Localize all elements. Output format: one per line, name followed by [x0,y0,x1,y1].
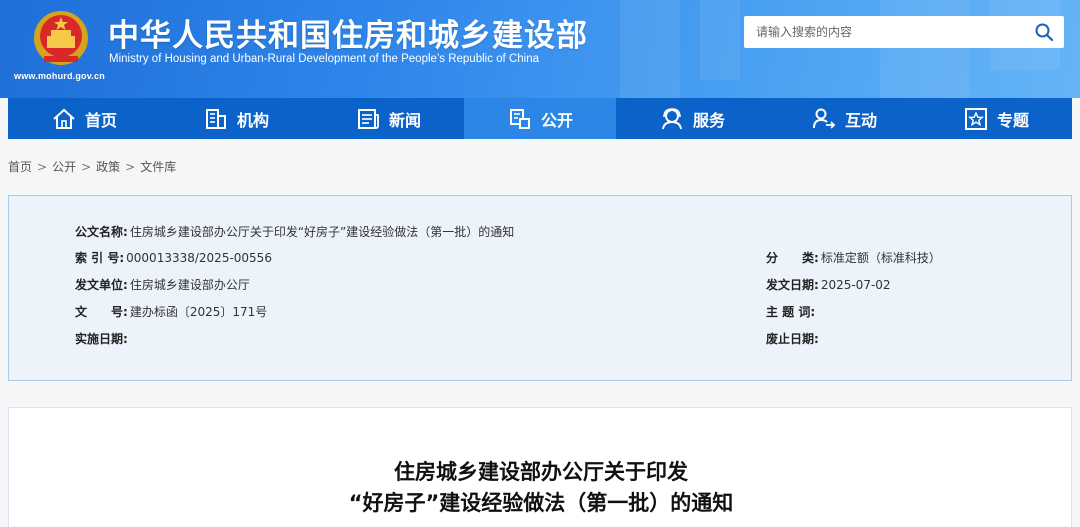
nav-item-interaction[interactable]: 互动 [768,98,920,139]
meta-keywords: 主 题 词: [766,303,817,320]
meta-index: 索 引 号: 000013338/2025-00556 [75,249,272,266]
site-title: 中华人民共和国住房和城乡建设部 [108,18,588,54]
topic-star-icon [964,107,987,130]
disclosure-icon [509,108,530,129]
meta-issuer-label: 发文单位: [75,278,128,292]
meta-date-value: 2025-07-02 [820,278,891,292]
breadcrumb-file-library[interactable]: 文件库 [140,160,176,174]
interaction-icon [812,108,836,129]
nav-label-disclosure: 公开 [540,110,573,130]
meta-category: 分 类: 标准定额（标准科技） [766,249,941,266]
nav-label-interaction: 互动 [844,110,877,130]
nav-label-topic: 专题 [996,110,1029,130]
meta-doc-no-label: 文 号: [75,305,128,319]
meta-doc-no-value: 建办标函〔2025〕171号 [129,305,268,319]
breadcrumb-policy[interactable]: 政策 [96,160,120,174]
nav-label-organization: 机构 [236,110,269,130]
breadcrumb-disclosure[interactable]: 公开 [52,160,76,174]
document-metadata: 公文名称: 住房城乡建设部办公厅关于印发“好房子”建设经验做法（第一批）的通知 索… [8,195,1072,381]
site-header: www.mohurd.gov.cn 中华人民共和国住房和城乡建设部 Minist… [0,0,1080,98]
nav-item-topic[interactable]: 专题 [920,98,1072,139]
article-body: 住房城乡建设部办公厅关于印发 “好房子”建设经验做法（第一批）的通知 [8,407,1072,527]
breadcrumb-separator: > [125,160,136,174]
article-title-line2: “好房子”建设经验做法（第一批）的通知 [348,491,734,515]
main-nav: 首页 机构 新闻 公开 服务 互动 专题 [8,98,1072,139]
breadcrumb-home[interactable]: 首页 [8,160,32,174]
national-emblem-icon [34,11,88,65]
search-box [744,16,1064,48]
nav-label-home: 首页 [84,110,117,130]
search-input[interactable] [744,16,1024,48]
nav-item-organization[interactable]: 机构 [160,98,312,139]
building-icon [205,108,226,129]
nav-item-news[interactable]: 新闻 [312,98,464,139]
meta-doc-name: 公文名称: 住房城乡建设部办公厅关于印发“好房子”建设经验做法（第一批）的通知 [75,223,514,240]
meta-index-label: 索 引 号: [75,251,125,265]
meta-doc-no: 文 号: 建办标函〔2025〕171号 [75,303,267,320]
meta-category-label: 分 类: [766,251,819,265]
meta-doc-name-label: 公文名称: [75,225,128,239]
meta-effective: 实施日期: [75,330,130,347]
breadcrumb-separator: > [37,160,48,174]
meta-index-value: 000013338/2025-00556 [126,251,272,265]
home-icon [53,108,75,129]
newspaper-icon [357,108,379,129]
meta-effective-label: 实施日期: [75,332,128,346]
breadcrumb-separator: > [81,160,92,174]
article-title-line1: 住房城乡建设部办公厅关于印发 [394,460,688,484]
meta-keywords-label: 主 题 词: [766,305,816,319]
nav-item-home[interactable]: 首页 [8,98,160,139]
meta-date: 发文日期: 2025-07-02 [766,276,891,293]
search-icon[interactable] [1034,22,1054,42]
meta-category-value: 标准定额（标准科技） [820,251,941,265]
meta-abolish: 废止日期: [766,330,821,347]
meta-issuer: 发文单位: 住房城乡建设部办公厅 [75,276,250,293]
site-title-english: Ministry of Housing and Urban-Rural Deve… [109,53,539,65]
nav-item-disclosure[interactable]: 公开 [464,98,616,139]
service-icon [661,107,682,129]
meta-issuer-value: 住房城乡建设部办公厅 [129,278,250,292]
site-url: www.mohurd.gov.cn [14,71,105,81]
nav-item-service[interactable]: 服务 [616,98,768,139]
meta-abolish-label: 废止日期: [766,332,819,346]
meta-doc-name-value: 住房城乡建设部办公厅关于印发“好房子”建设经验做法（第一批）的通知 [129,225,515,239]
breadcrumb: 首页 > 公开 > 政策 > 文件库 [8,158,176,175]
nav-label-news: 新闻 [388,110,421,130]
meta-date-label: 发文日期: [766,278,819,292]
nav-label-service: 服务 [692,110,725,130]
